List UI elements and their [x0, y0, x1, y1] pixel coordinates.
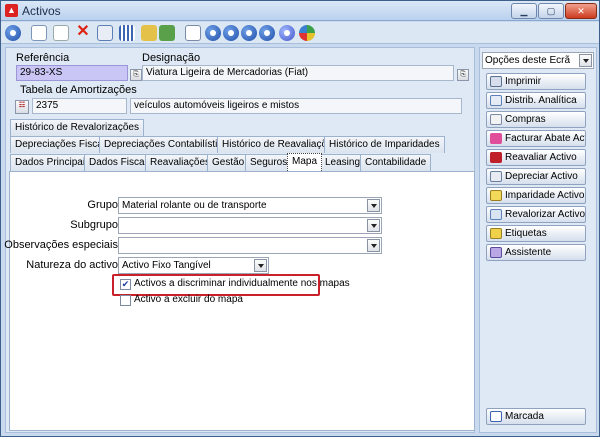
revalorizar-label: Revalorizar Activo	[505, 209, 586, 220]
print-preview-icon[interactable]	[185, 25, 201, 41]
chevron-down-icon[interactable]	[367, 239, 380, 252]
facturar-abate-button[interactable]: Facturar Abate Activo	[486, 130, 586, 147]
compras-label: Compras	[505, 114, 546, 125]
export-icon[interactable]	[159, 25, 175, 41]
referencia-field[interactable]: 29-83-XS	[16, 65, 128, 81]
copy-icon[interactable]	[97, 25, 113, 41]
observacoes-select[interactable]	[118, 237, 382, 254]
imprimir-button[interactable]: Imprimir	[486, 73, 586, 90]
refresh-icon[interactable]	[299, 25, 315, 41]
mapa-panel: Grupo Material rolante ou de transporte …	[4, 171, 475, 431]
revalorizar-button[interactable]: Revalorizar Activo	[486, 206, 586, 223]
tabela-code-field[interactable]: 2375	[32, 98, 127, 114]
tab-mapa[interactable]: Mapa	[287, 153, 323, 171]
tabela-desc-field: veículos automóveis ligeiros e mistos	[130, 98, 462, 114]
label-icon	[490, 228, 502, 239]
referencia-label: Referência	[16, 52, 70, 64]
observacoes-label: Observações especiais	[4, 239, 118, 251]
designacao-field[interactable]: Viatura Ligeira de Mercadorias (Fiat)	[142, 65, 454, 81]
compras-button[interactable]: Compras	[486, 111, 586, 128]
wizard-icon	[490, 247, 502, 258]
marcada-label: Marcada	[505, 411, 544, 422]
facturar-abate-label: Facturar Abate Activo	[505, 133, 586, 144]
assistente-label: Assistente	[505, 247, 552, 258]
minimize-button[interactable]: ▁	[511, 3, 537, 19]
subgrupo-select[interactable]	[118, 217, 382, 234]
tabela-lookup-icon[interactable]: ☷	[15, 100, 29, 114]
etiquetas-label: Etiquetas	[505, 228, 547, 239]
natureza-select-value: Activo Fixo Tangível	[122, 260, 211, 271]
imparidade-label: Imparidade Activo	[505, 190, 585, 201]
depreciate-icon	[490, 171, 502, 182]
discriminar-label: Activos a discriminar individualmente no…	[134, 278, 350, 289]
distrib-analitica-label: Distrib. Analítica	[505, 95, 577, 106]
document-icon	[490, 95, 502, 106]
toolbar: ✕	[1, 22, 599, 44]
designacao-label: Designação	[142, 52, 201, 64]
side-panel: Opções deste Ecrã Imprimir Distrib. Anal…	[479, 47, 597, 433]
printer-icon	[490, 76, 502, 87]
depreciar-button[interactable]: Depreciar Activo	[486, 168, 586, 185]
opcoes-select-value: Opções deste Ecrã	[485, 55, 571, 66]
excluir-label: Activo a excluir do mapa	[134, 294, 243, 305]
activos-window: ▲ Activos ▁ ▢ ✕ ✕ Referência 29-83-XS ⎘ …	[0, 0, 600, 437]
grid-icon[interactable]	[119, 25, 135, 41]
invoice-icon	[490, 133, 502, 144]
chevron-down-icon[interactable]	[254, 259, 267, 272]
referencia-lookup-icon[interactable]: ⎘	[130, 69, 142, 81]
depreciar-label: Depreciar Activo	[505, 171, 578, 182]
tab-dados-principais[interactable]: Dados Principais	[10, 154, 96, 171]
first-record-icon[interactable]	[205, 25, 221, 41]
delete-icon[interactable]: ✕	[75, 24, 91, 41]
tab-seguros[interactable]: Seguros	[245, 154, 293, 171]
assistente-button[interactable]: Assistente	[486, 244, 586, 261]
tab-gestao[interactable]: Gestão	[207, 154, 250, 171]
subgrupo-label: Subgrupo	[70, 219, 118, 231]
chevron-down-icon[interactable]	[367, 219, 380, 232]
chevron-down-icon[interactable]	[579, 54, 592, 67]
opcoes-select[interactable]: Opções deste Ecrã	[482, 52, 594, 69]
reavaliar-button[interactable]: Reavaliar Activo	[486, 149, 586, 166]
reavaliar-label: Reavaliar Activo	[505, 152, 577, 163]
maximize-button[interactable]: ▢	[538, 3, 564, 19]
revalue-icon	[490, 209, 502, 220]
blank-page-icon[interactable]	[53, 25, 69, 41]
book-icon	[490, 152, 502, 163]
new-document-icon[interactable]	[31, 25, 47, 41]
natureza-label: Natureza do activo	[26, 259, 118, 271]
tab-historico-imparidades[interactable]: Histórico de Imparidades	[324, 136, 445, 153]
tab-reavaliacoes[interactable]: Reavaliações	[145, 154, 216, 171]
title-bar: ▲ Activos ▁ ▢ ✕	[1, 1, 599, 21]
designacao-lookup-icon[interactable]: ⎘	[457, 69, 469, 81]
chevron-down-icon[interactable]	[367, 199, 380, 212]
discriminar-checkbox[interactable]: ✔	[120, 279, 131, 290]
distrib-analitica-button[interactable]: Distrib. Analítica	[486, 92, 586, 109]
previous-record-icon[interactable]	[223, 25, 239, 41]
last-record-icon[interactable]	[259, 25, 275, 41]
natureza-select[interactable]: Activo Fixo Tangível	[118, 257, 269, 274]
window-title: Activos	[22, 4, 61, 18]
bookmark-icon	[490, 411, 502, 422]
marcada-button[interactable]: Marcada	[486, 408, 586, 425]
next-record-icon[interactable]	[241, 25, 257, 41]
etiquetas-button[interactable]: Etiquetas	[486, 225, 586, 242]
cart-icon	[490, 114, 502, 125]
imparidade-button[interactable]: Imparidade Activo	[486, 187, 586, 204]
tab-contabilidade[interactable]: Contabilidade	[360, 154, 432, 171]
folder-icon[interactable]	[141, 25, 157, 41]
warning-icon	[490, 190, 502, 201]
tab-leasing[interactable]: Leasing	[320, 154, 366, 171]
grupo-select-value: Material rolante ou de transporte	[122, 200, 267, 211]
imprimir-label: Imprimir	[505, 76, 542, 87]
help-icon[interactable]	[279, 25, 295, 41]
excluir-checkbox[interactable]	[120, 295, 131, 306]
tab-historico-revalorizacoes[interactable]: Histórico de Revalorizações	[10, 119, 144, 136]
grupo-select[interactable]: Material rolante ou de transporte	[118, 197, 382, 214]
grupo-label: Grupo	[87, 199, 118, 211]
close-button[interactable]: ✕	[565, 3, 597, 19]
app-icon: ▲	[5, 4, 18, 17]
nav-dropdown-icon[interactable]	[5, 25, 21, 41]
tabela-label: Tabela de Amortizações	[20, 84, 137, 96]
